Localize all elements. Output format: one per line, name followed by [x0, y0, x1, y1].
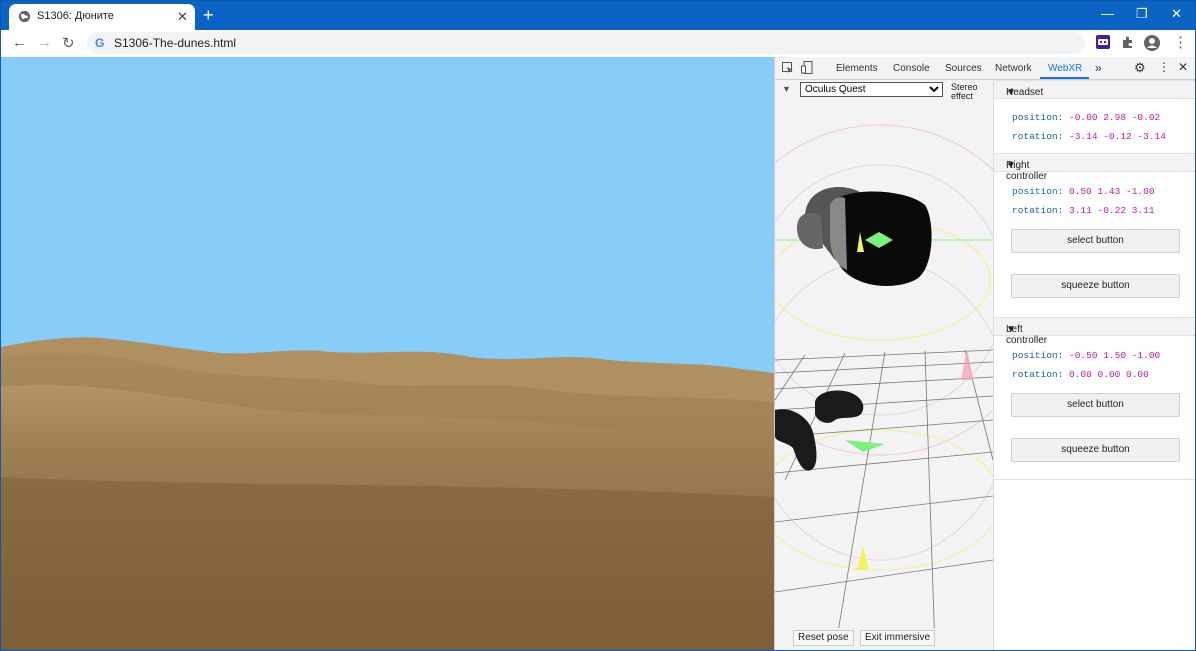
- device-toolbar-icon[interactable]: [801, 61, 813, 74]
- rotation-label: rotation:: [1012, 131, 1064, 142]
- headset-rotation: rotation: -3.14 -0.12 -3.14: [1012, 131, 1166, 142]
- puzzle-extensions-icon[interactable]: [1121, 35, 1135, 49]
- exit-immersive-button[interactable]: Exit immersive: [860, 630, 936, 646]
- tab-close-icon[interactable]: ✕: [177, 9, 188, 25]
- right-squeeze-button[interactable]: squeeze button: [1011, 274, 1180, 298]
- dunes-scene-canvas[interactable]: [1, 57, 774, 650]
- google-icon: G: [95, 36, 105, 50]
- tab-elements[interactable]: Elements: [836, 63, 878, 74]
- rotation-value: 3.11 -0.22 3.11: [1069, 205, 1155, 216]
- close-window-button[interactable]: ✕: [1171, 6, 1182, 22]
- rotation-value: -3.14 -0.12 -3.14: [1069, 131, 1166, 142]
- rotation-label: rotation:: [1012, 369, 1064, 380]
- tab-strip: S1306: Дюните ✕ + — ❐ ✕: [1, 1, 1195, 30]
- headset-position: position: -0.00 2.98 -0.02: [1012, 112, 1160, 123]
- active-tab-indicator: [1040, 77, 1089, 79]
- tab-title: S1306: Дюните: [37, 10, 114, 22]
- position-value: 0.50 1.43 -1.00: [1069, 186, 1155, 197]
- right-controller-rotation: rotation: 3.11 -0.22 3.11: [1012, 205, 1155, 216]
- profile-avatar-icon[interactable]: [1144, 35, 1160, 51]
- left-controller-section-header[interactable]: ▼ Left controller: [994, 317, 1195, 346]
- settings-gear-icon[interactable]: ⚙: [1134, 60, 1146, 76]
- left-controller-rotation: rotation: 0.00 0.00 0.00: [1012, 369, 1149, 380]
- section-divider: [994, 479, 1195, 480]
- xr-extension-icon[interactable]: [1096, 35, 1110, 49]
- devtools-panel: Elements Console Sources Network WebXR »…: [774, 57, 1195, 650]
- left-squeeze-button[interactable]: squeeze button: [1011, 438, 1180, 462]
- forward-icon[interactable]: →: [37, 34, 52, 51]
- left-controller-position: position: -0.50 1.50 -1.00: [1012, 350, 1160, 361]
- devtools-tab-bar: Elements Console Sources Network WebXR »…: [775, 57, 1195, 80]
- inspect-element-icon[interactable]: [782, 62, 794, 74]
- close-devtools-icon[interactable]: ✕: [1178, 60, 1188, 74]
- reset-pose-button[interactable]: Reset pose: [793, 630, 854, 646]
- tab-webxr[interactable]: WebXR: [1048, 63, 1082, 74]
- address-bar[interactable]: G S1306-The-dunes.html: [87, 32, 1085, 54]
- more-tabs-icon[interactable]: »: [1095, 61, 1102, 75]
- headset-section-header[interactable]: ▼ Headset: [994, 80, 1195, 99]
- globe-icon: [18, 10, 31, 23]
- rotation-value: 0.00 0.00 0.00: [1069, 369, 1149, 380]
- position-value: -0.50 1.50 -1.00: [1069, 350, 1161, 361]
- tab-network[interactable]: Network: [995, 63, 1032, 74]
- right-controller-section-header[interactable]: ▼ Right controller: [994, 153, 1195, 182]
- dunes-render: [1, 57, 774, 650]
- right-controller-title: Right controller: [1006, 160, 1048, 182]
- back-icon[interactable]: ←: [12, 34, 27, 51]
- tab-console[interactable]: Console: [893, 63, 930, 74]
- right-controller-position: position: 0.50 1.43 -1.00: [1012, 186, 1155, 197]
- rotation-label: rotation:: [1012, 205, 1064, 216]
- browser-tab[interactable]: S1306: Дюните ✕: [9, 4, 195, 30]
- emulator-3d-canvas[interactable]: [775, 80, 993, 650]
- position-label: position:: [1012, 112, 1064, 123]
- webxr-emulator-view[interactable]: ▼ Oculus Quest Stereo effect Reset pose …: [775, 80, 994, 650]
- browser-menu-icon[interactable]: ⋮: [1173, 33, 1188, 51]
- headset-title: Headset: [1006, 87, 1044, 98]
- left-controller-title: Left controller: [1006, 324, 1048, 346]
- device-select[interactable]: Oculus Quest: [800, 82, 943, 97]
- tab-sources[interactable]: Sources: [945, 63, 982, 74]
- webxr-device-panel: ▼ Headset position: -0.00 2.98 -0.02 rot…: [994, 80, 1195, 650]
- browser-toolbar: ← → ↻ G S1306-The-dunes.html ⋮: [1, 30, 1195, 58]
- position-label: position:: [1012, 350, 1064, 361]
- devtools-menu-icon[interactable]: ⋮: [1158, 60, 1170, 74]
- right-select-button[interactable]: select button: [1011, 229, 1180, 253]
- new-tab-button[interactable]: +: [203, 4, 214, 26]
- stereo-effect-toggle[interactable]: Stereo effect: [951, 83, 987, 99]
- minimize-button[interactable]: —: [1101, 6, 1114, 21]
- position-value: -0.00 2.98 -0.02: [1069, 112, 1161, 123]
- collapse-arrow-icon[interactable]: ▼: [782, 84, 791, 94]
- reload-icon[interactable]: ↻: [62, 34, 75, 52]
- restore-button[interactable]: ❐: [1136, 6, 1148, 22]
- position-label: position:: [1012, 186, 1064, 197]
- left-select-button[interactable]: select button: [1011, 393, 1180, 417]
- emulator-footer: Reset pose Exit immersive: [775, 628, 993, 650]
- url-text: S1306-The-dunes.html: [114, 36, 237, 50]
- browser-window: S1306: Дюните ✕ + — ❐ ✕ ← → ↻ G S1306-Th…: [0, 0, 1196, 651]
